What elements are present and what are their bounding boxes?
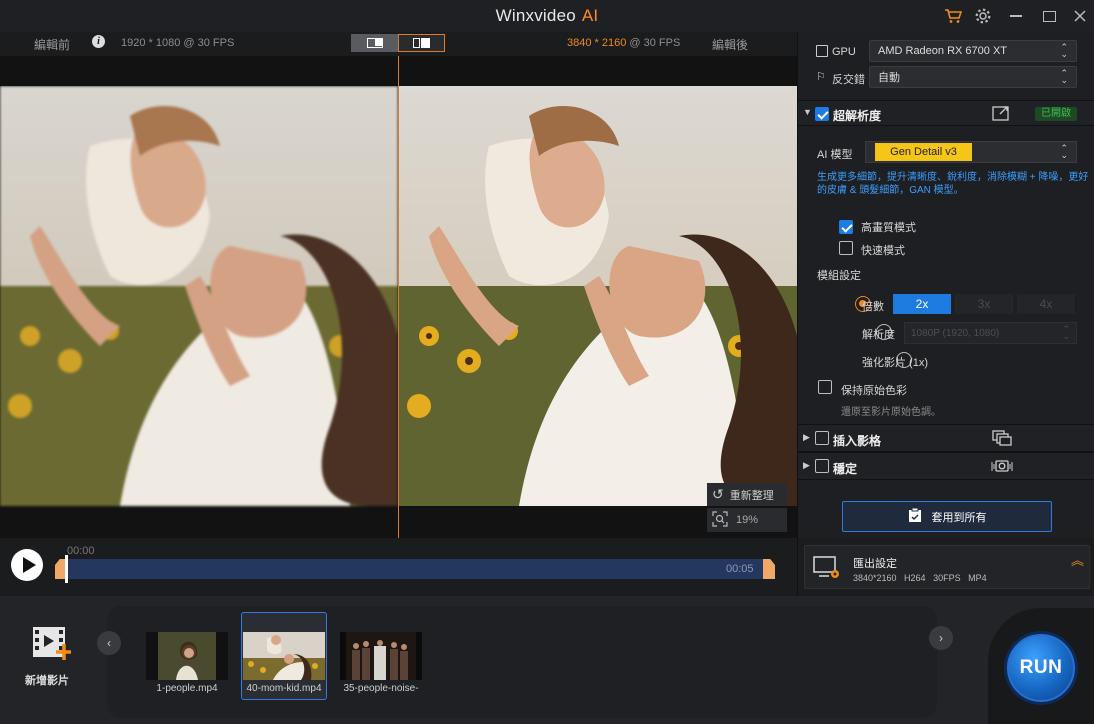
gpu-label: GPU <box>832 46 856 58</box>
high-quality-checkbox[interactable] <box>839 220 853 234</box>
high-quality-label: 高畫質模式 <box>861 222 916 234</box>
expand-arrow-icon: ▶ <box>803 460 810 470</box>
ai-model-label: AI 模型 <box>817 149 853 161</box>
keep-color-description: 還原至影片原始色調。 <box>841 407 941 418</box>
scale-4x-button[interactable]: 4x <box>1017 294 1075 314</box>
gear-icon[interactable] <box>972 5 994 27</box>
file-name: 40-mom-kid.mp4 <box>246 683 322 694</box>
module-settings-label: 模組設定 <box>817 270 861 282</box>
settings-panel: GPU AMD Radeon RX 6700 XT ⌃ ⌄ ⚐ 反交錯 自動 ⌃ ⌄ ▼… <box>797 32 1094 596</box>
file-name: 35-people-noise- <box>343 683 419 694</box>
enhance-label: 強化影片 (1x) <box>862 357 928 369</box>
frames-icon <box>992 430 1012 451</box>
after-resolution: 3840 * 2160 @ 30 FPS <box>567 37 681 49</box>
file-list <box>107 606 937 718</box>
scale-2x-button[interactable]: 2x <box>893 294 951 314</box>
close-icon[interactable] <box>1069 5 1091 27</box>
clipboard-icon <box>908 507 922 526</box>
expand-up-icon[interactable]: ︽ <box>1071 554 1084 567</box>
start-time: 00:00 <box>67 545 95 557</box>
export-settings-card[interactable]: 匯出設定 3840*2160 H264 30FPS MP4 ︽ <box>804 545 1090 589</box>
export-settings-title: 匯出設定 <box>853 558 897 570</box>
stabilization-title: 穩定 <box>833 462 858 476</box>
gpu-icon <box>816 45 828 57</box>
after-label: 編輯後 <box>712 38 749 52</box>
cart-icon[interactable] <box>942 5 964 27</box>
collapse-arrow-icon: ▼ <box>803 107 812 117</box>
run-button[interactable]: RUN <box>1004 631 1078 705</box>
deinterlace-label: 反交錯 <box>832 74 865 86</box>
trim-end-handle[interactable] <box>763 559 775 579</box>
fast-mode-label: 快速模式 <box>861 245 905 257</box>
super-resolution-header[interactable]: ▼ 超解析度 已開啟 <box>798 100 1094 126</box>
file-thumbnail[interactable] <box>146 632 228 680</box>
playhead[interactable] <box>65 555 68 583</box>
app-title: Winxvideo AI <box>495 6 599 25</box>
file-thumbnail[interactable] <box>243 632 325 680</box>
resolution-label: 解析度 <box>862 329 895 341</box>
keep-color-label: 保持原始色彩 <box>841 385 907 397</box>
deinterlace-select[interactable]: 自動 ⌃ ⌄ <box>869 66 1077 88</box>
frame-interpolation-checkbox[interactable] <box>815 431 829 445</box>
timeline: 00:00 00:05 <box>0 538 797 594</box>
minimize-icon[interactable] <box>1005 5 1027 27</box>
select-arrows-icon: ⌃ ⌄ <box>1060 68 1068 85</box>
fast-mode-checkbox[interactable] <box>839 241 853 255</box>
end-time: 00:05 <box>726 563 754 575</box>
resolution-select[interactable]: 1080P (1920, 1080) ⌃ ⌄ <box>904 322 1077 344</box>
export-area: 匯出設定 3840*2160 H264 30FPS MP4 ︽ <box>797 538 1094 596</box>
side-by-side-view-button[interactable] <box>398 34 445 52</box>
expand-arrow-icon: ▶ <box>803 432 810 442</box>
add-video-icon <box>25 624 72 669</box>
super-resolution-checkbox[interactable] <box>815 107 829 121</box>
zoom-icon <box>712 510 728 530</box>
deinterlace-icon: ⚐ <box>816 71 826 83</box>
title-bar: Winxvideo AI <box>0 0 1094 32</box>
play-button[interactable] <box>11 549 43 581</box>
select-arrows-icon: ⌃ ⌄ <box>1060 143 1068 160</box>
zoom-control[interactable]: 19% <box>707 508 787 532</box>
file-thumbnail[interactable] <box>340 632 422 680</box>
frame-interpolation-title: 插入影格 <box>833 434 882 448</box>
file-strip: 新增影片 ‹ › 1-people.mp4 40-mom-kid.mp4 35-… <box>0 596 1094 724</box>
scroll-right-button[interactable]: › <box>929 626 953 650</box>
super-resolution-title: 超解析度 <box>833 109 882 123</box>
scale-3x-button[interactable]: 3x <box>955 294 1013 314</box>
preview-before-image <box>0 86 398 562</box>
split-view-button[interactable] <box>351 34 398 52</box>
apply-to-all-button[interactable]: 套用到所有 <box>842 501 1052 532</box>
status-badge: 已開啟 <box>1035 107 1077 121</box>
select-arrows-icon: ⌃ ⌄ <box>1062 324 1070 341</box>
stabilization-header[interactable]: ▶ 穩定 <box>798 452 1094 480</box>
file-name: 1-people.mp4 <box>156 683 218 694</box>
ai-model-select[interactable]: Gen Detail v3 ⌃ ⌄ <box>865 141 1077 163</box>
export-specs: 3840*2160 H264 30FPS MP4 <box>853 573 987 583</box>
stabilization-checkbox[interactable] <box>815 459 829 473</box>
model-description: 生成更多細節，提升清晰度、銳利度，消除模糊 + 降噪，更好的皮膚 & 頭髮細節，… <box>817 172 1089 196</box>
preview-header: 編輯前 i 1920 * 1080 @ 30 FPS 3840 * 2160 @… <box>0 32 797 56</box>
add-video-button[interactable]: 新增影片 <box>19 624 75 687</box>
info-icon[interactable]: i <box>92 35 105 48</box>
frame-interpolation-header[interactable]: ▶ 插入影格 <box>798 424 1094 452</box>
refresh-icon: ↺ <box>712 486 724 502</box>
before-resolution: 1920 * 1080 @ 30 FPS <box>121 37 235 49</box>
scroll-left-button[interactable]: ‹ <box>97 631 121 655</box>
maximize-icon[interactable] <box>1038 5 1060 27</box>
camera-stabilize-icon <box>991 458 1013 479</box>
keep-color-checkbox[interactable] <box>818 380 832 394</box>
export-icon <box>813 556 841 585</box>
gpu-select[interactable]: AMD Radeon RX 6700 XT ⌃ ⌄ <box>869 40 1077 62</box>
compare-divider[interactable] <box>398 56 399 538</box>
popout-icon[interactable] <box>992 105 1010 126</box>
before-label: 編輯前 <box>34 38 71 52</box>
timeline-track[interactable] <box>62 559 767 579</box>
reset-button[interactable]: ↺ 重新整理 <box>707 483 787 506</box>
scale-label: 倍數 <box>862 301 884 313</box>
select-arrows-icon: ⌃ ⌄ <box>1060 42 1068 59</box>
